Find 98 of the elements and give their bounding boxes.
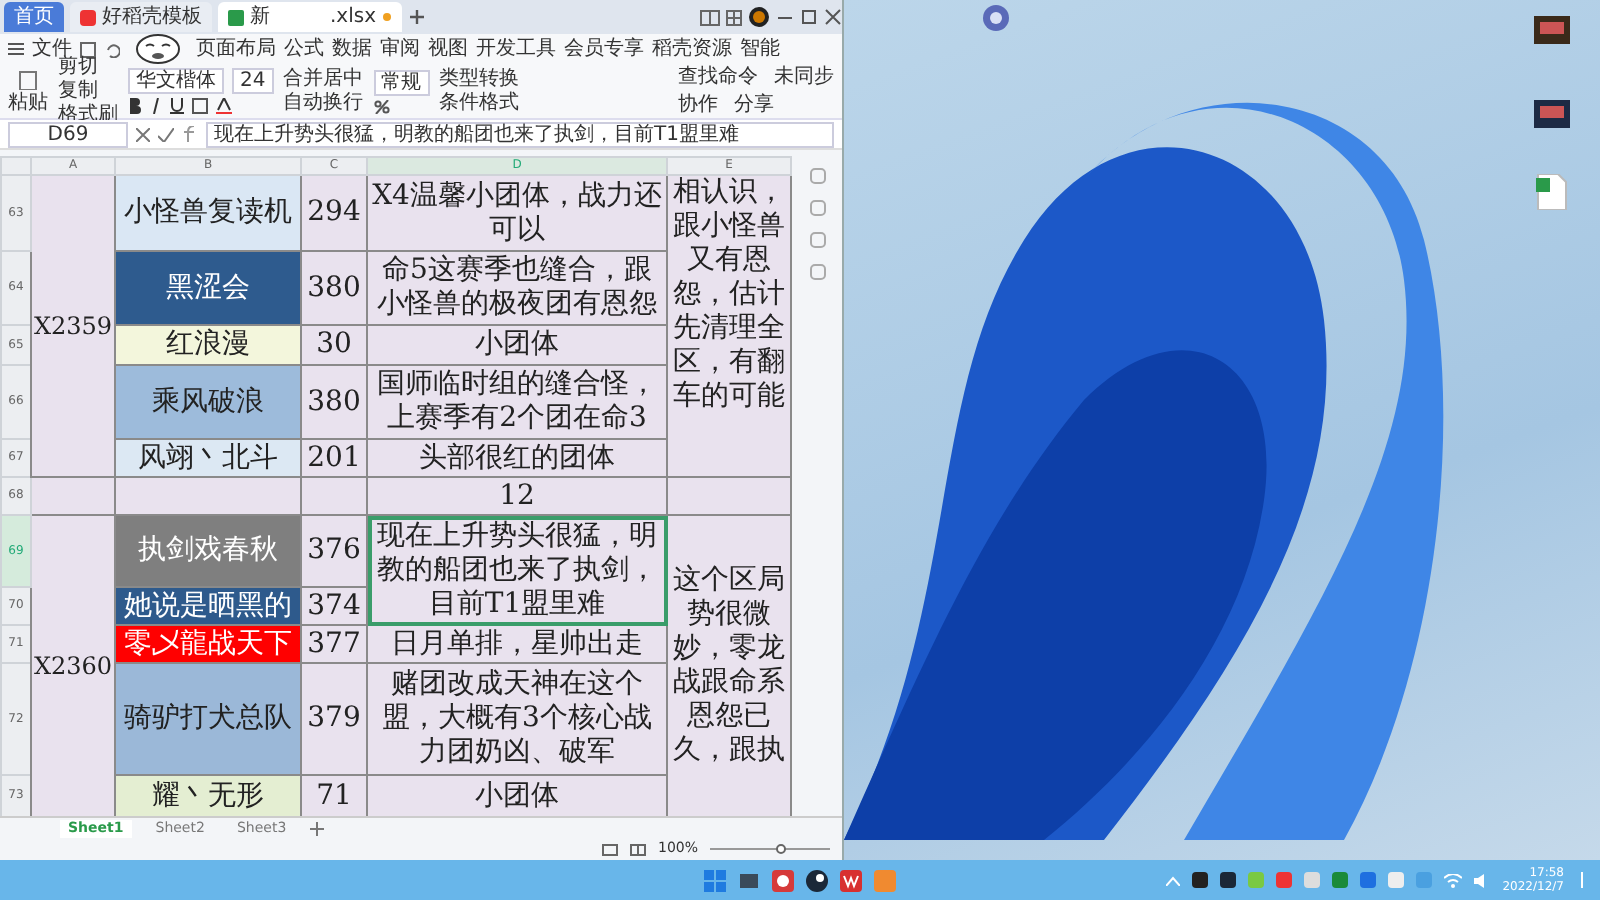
score-cell: 380 — [301, 365, 367, 439]
document-tab[interactable]: 好稻壳模板 — [70, 2, 212, 32]
percent-icon[interactable] — [373, 99, 390, 113]
note-cell: 日月单排，星帅出走 — [367, 625, 667, 663]
format-button[interactable]: 类型转换 — [439, 69, 520, 89]
number-format-field[interactable]: 常规 — [373, 69, 430, 95]
note-cell: 国师临时组的缝合怪，上赛季有2个团在命3 — [367, 365, 667, 439]
clipboard-button[interactable]: 剪切 — [58, 57, 118, 77]
page-view-icon[interactable] — [629, 843, 646, 855]
team-cell: 红浪漫 — [115, 325, 301, 365]
maximize-icon[interactable] — [800, 8, 818, 26]
unsaved-dot-icon — [382, 12, 393, 22]
font-name-field[interactable]: 华文楷体 — [128, 68, 224, 94]
underline-icon[interactable] — [170, 98, 184, 114]
video-thumbnail-icon[interactable] — [1534, 96, 1570, 132]
formula-field[interactable]: 现在上升势头很猛，明教的船团也来了执剑，目前T1盟里难 — [206, 121, 834, 147]
toolbar-link[interactable]: 分享 — [734, 95, 774, 115]
docer-logo-icon — [80, 9, 96, 25]
align-button[interactable]: 自动换行 — [283, 93, 364, 113]
team-cell: 执剑戏春秋 — [115, 515, 301, 587]
score-cell: 201 — [301, 439, 367, 477]
ribbon-tab[interactable]: 开发工具 — [476, 39, 556, 59]
wps-icon[interactable] — [840, 869, 862, 891]
ribbon-tab[interactable]: 智能 — [740, 39, 780, 59]
note-cell: 现在上升势头很猛，明教的船团也来了执剑，目前T1盟里难 — [367, 515, 667, 625]
document-tab[interactable]: 新 .xlsx — [218, 2, 403, 32]
task-view-icon[interactable] — [738, 869, 760, 891]
clipboard-icon — [18, 69, 38, 89]
spreadsheet-file-icon[interactable] — [1534, 174, 1570, 210]
ribbon-tab[interactable]: 公式 — [284, 39, 324, 59]
ribbon-tab[interactable]: 视图 — [428, 39, 468, 59]
toolbar-link[interactable]: 查找命令 — [678, 67, 758, 87]
note-cell: 小团体 — [367, 325, 667, 365]
team-cell: 耀丶无形 — [115, 775, 301, 817]
clipboard-button[interactable]: 复制 — [58, 81, 118, 101]
team-cell: 黑涩会 — [115, 251, 301, 325]
remark-cell: 这个区局势很微妙，零龙战跟命系恩怨已久，跟执 — [667, 515, 791, 817]
team-cell: 乘风破浪 — [115, 365, 301, 439]
team-cell: 小怪兽复读机 — [115, 175, 301, 251]
score-cell: 71 — [301, 775, 367, 817]
table-cell: 12 — [367, 477, 667, 515]
toolbar-link[interactable]: 协作 — [678, 95, 718, 115]
normal-view-icon[interactable] — [601, 843, 618, 855]
toolbar-link[interactable]: 未同步 — [774, 67, 834, 87]
document-tab[interactable]: 首页 — [4, 2, 64, 32]
score-cell: 379 — [301, 663, 367, 775]
note-cell: X4温馨小团体，战力还可以 — [367, 175, 667, 251]
ribbon-tab[interactable]: 审阅 — [380, 39, 420, 59]
ribbon-tab[interactable]: 数据 — [332, 39, 372, 59]
score-cell: 30 — [301, 325, 367, 365]
server-cell: X2359 — [31, 175, 115, 477]
team-cell: 零乄龍战天下 — [115, 625, 301, 663]
video-thumbnail-icon[interactable] — [1534, 12, 1570, 48]
app-icon[interactable] — [772, 869, 794, 891]
team-cell: 她说是晒黑的 — [115, 587, 301, 625]
italic-icon[interactable] — [150, 98, 162, 114]
steam-icon[interactable] — [806, 869, 828, 891]
layout-icon[interactable] — [700, 9, 720, 25]
grid-icon[interactable] — [726, 9, 742, 25]
save-icon[interactable] — [80, 41, 96, 57]
ribbon-tab[interactable]: 页面布局 — [196, 39, 276, 59]
score-cell: 376 — [301, 515, 367, 587]
team-cell: 风翊丶北斗 — [115, 439, 301, 477]
font-color-icon[interactable] — [216, 98, 232, 114]
cancel-icon[interactable] — [136, 127, 150, 141]
remark-cell: 相认识，跟小怪兽又有恩怨，估计先清理全区，有翻车的可能 — [667, 175, 791, 477]
close-icon[interactable] — [824, 8, 842, 26]
font-size-field[interactable]: 24 — [232, 68, 274, 94]
name-box[interactable]: D69 — [8, 121, 128, 147]
spreadsheet-icon — [228, 9, 244, 25]
score-cell: 294 — [301, 175, 367, 251]
ribbon-tab[interactable]: 稻壳资源 — [652, 39, 732, 59]
avatar-icon[interactable] — [748, 6, 770, 28]
ribbon-tab[interactable]: 会员专享 — [564, 39, 644, 59]
add-tab-icon[interactable] — [408, 8, 427, 26]
floating-app-icon[interactable] — [982, 4, 1010, 32]
team-cell: 骑驴打犬总队 — [115, 663, 301, 775]
score-cell: 377 — [301, 625, 367, 663]
note-cell: 赌团改成天神在这个盟，大概有3个核心战力团奶凶、破军 — [367, 663, 667, 775]
undo-icon[interactable] — [104, 41, 120, 57]
menu-icon[interactable] — [8, 42, 24, 56]
confirm-icon[interactable] — [158, 127, 174, 141]
note-cell: 头部很红的团体 — [367, 439, 667, 477]
file-menu[interactable]: 文件 — [32, 39, 72, 59]
paste-button[interactable]: 粘贴 — [8, 69, 48, 113]
add-sheet-icon[interactable] — [310, 821, 325, 835]
align-button[interactable]: 合并居中 — [283, 69, 364, 89]
score-cell: 374 — [301, 587, 367, 625]
borders-icon[interactable] — [192, 98, 208, 114]
function-icon[interactable] — [182, 126, 198, 142]
note-cell: 小团体 — [367, 775, 667, 817]
score-cell: 380 — [301, 251, 367, 325]
start-icon[interactable] — [704, 869, 726, 891]
server-cell: X2360 — [31, 515, 115, 817]
zoom-slider-thumb[interactable] — [776, 843, 786, 853]
note-cell: 命5这赛季也缝合，跟小怪兽的极夜团有恩怨 — [367, 251, 667, 325]
bold-icon[interactable] — [128, 98, 142, 114]
format-button[interactable]: 条件格式 — [439, 93, 520, 113]
